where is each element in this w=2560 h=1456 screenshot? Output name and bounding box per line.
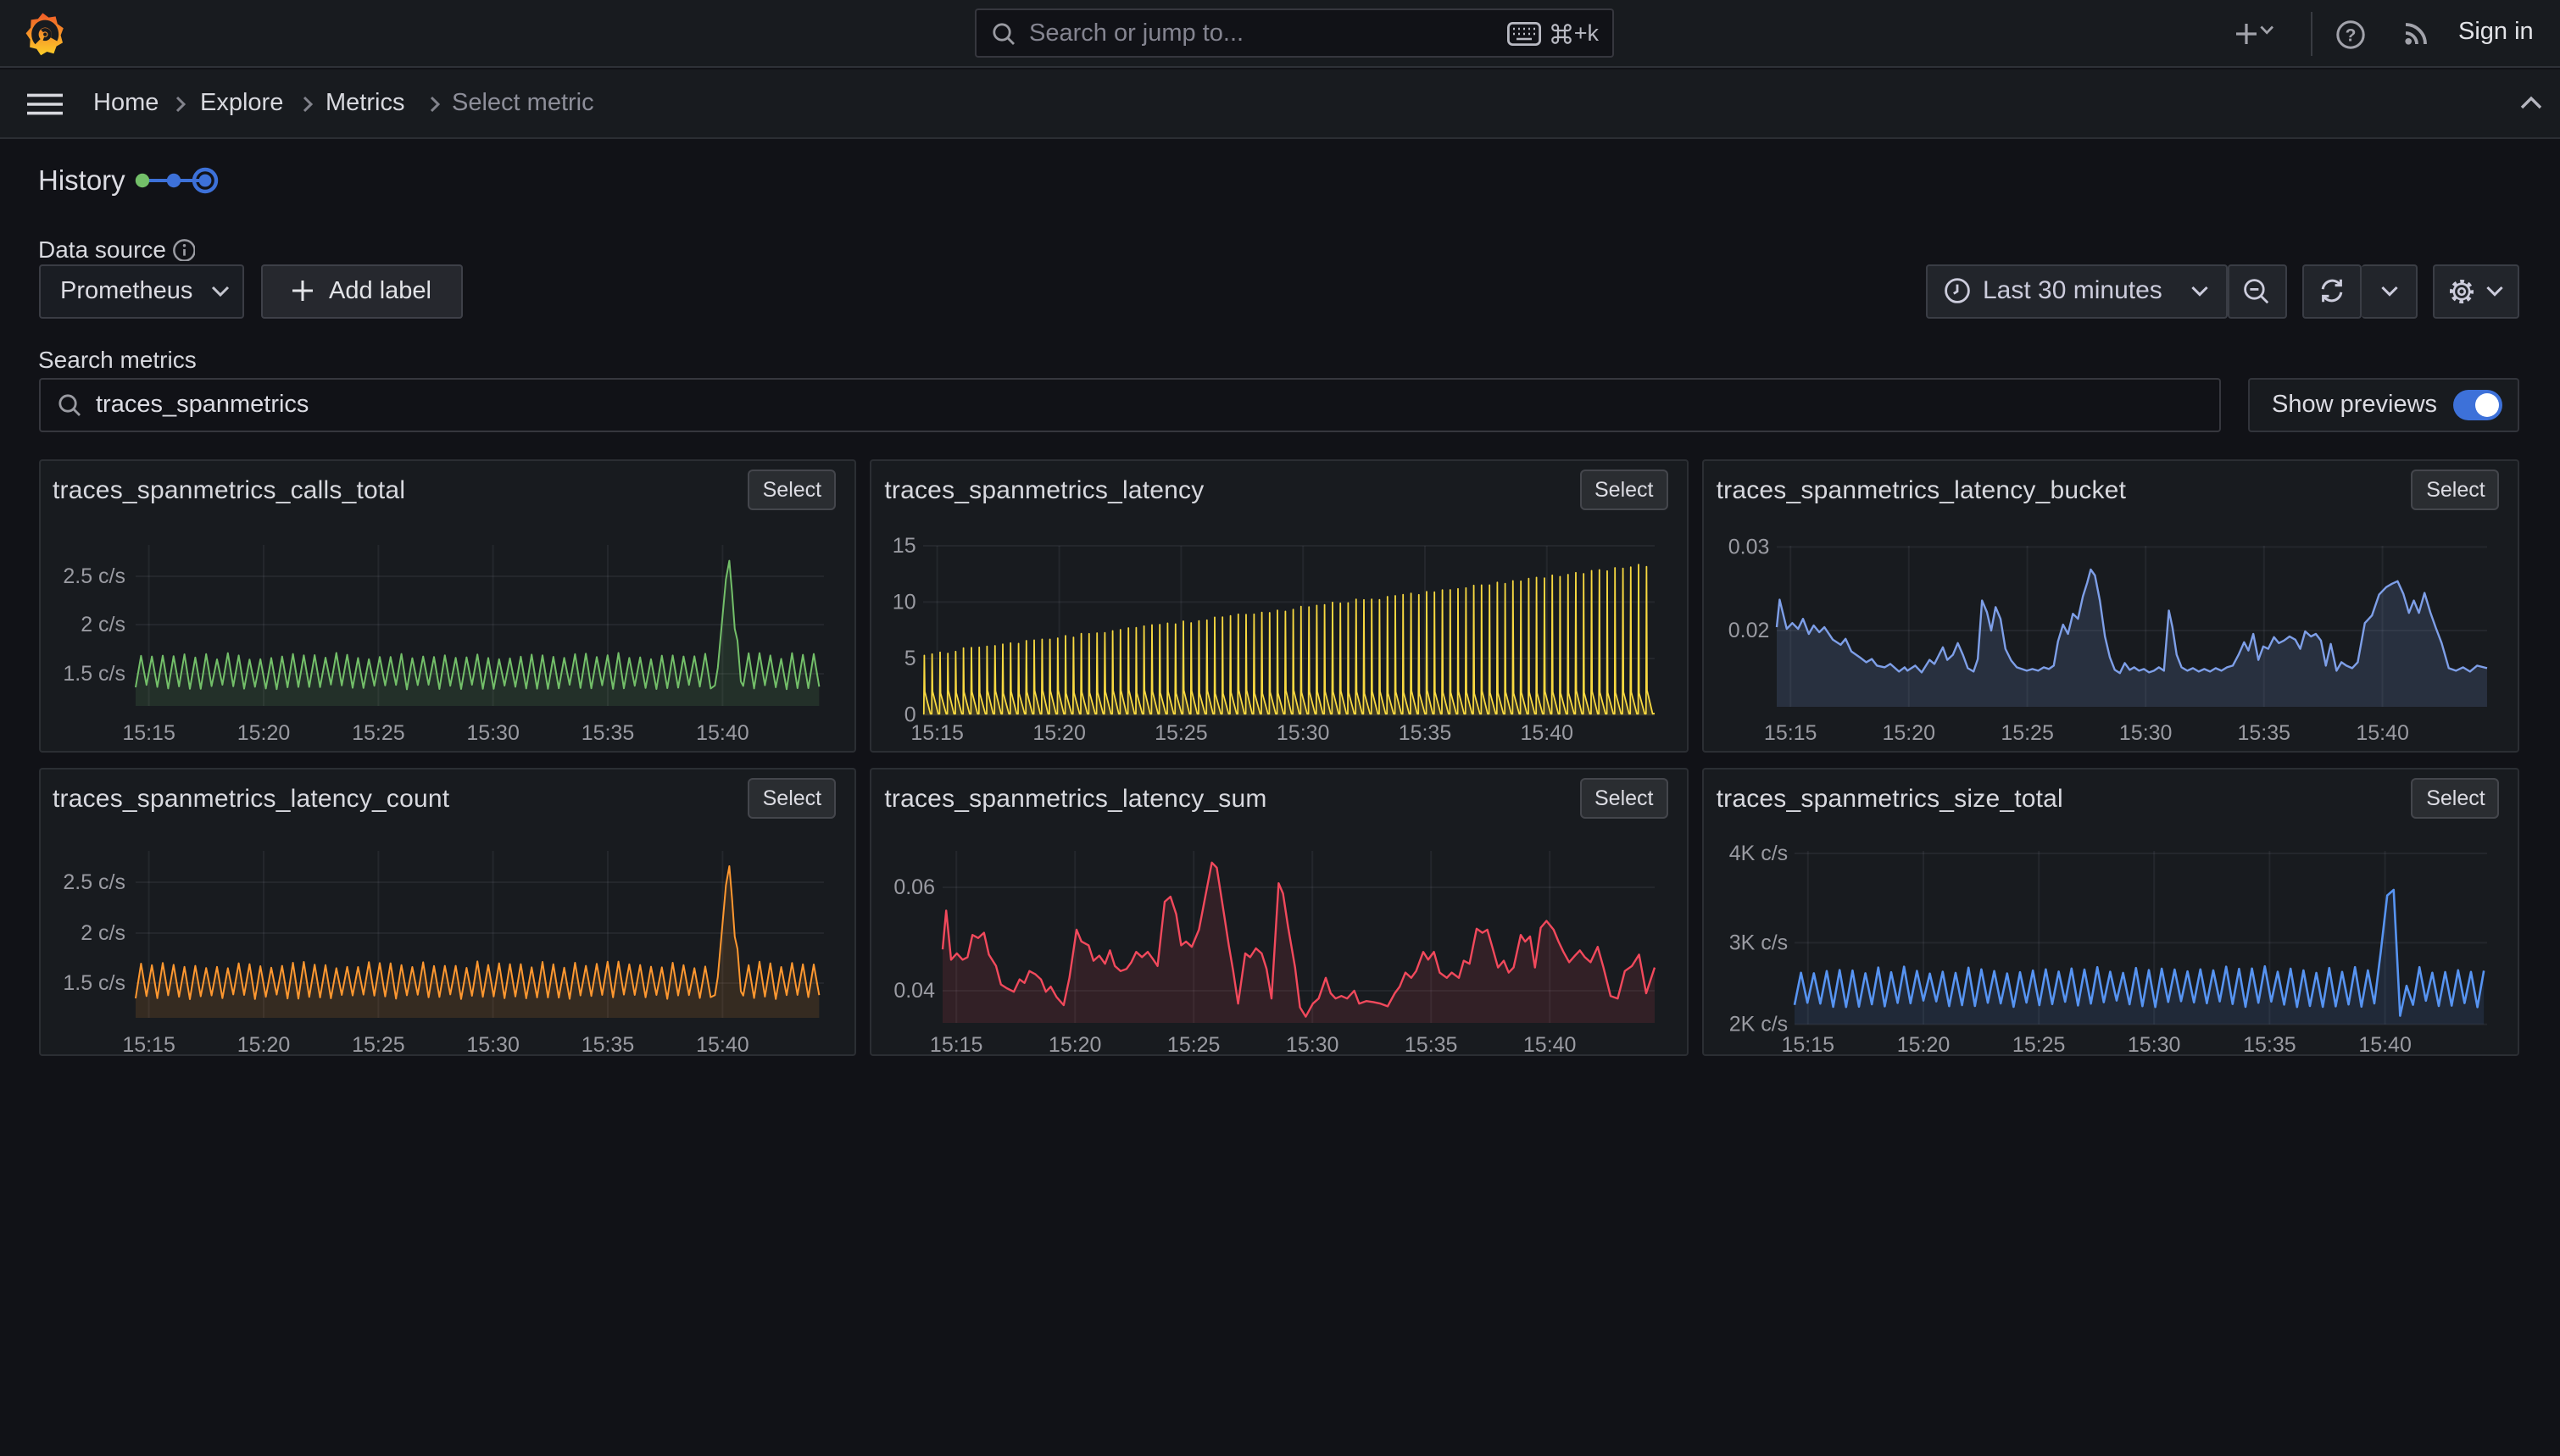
svg-text:10: 10 xyxy=(893,589,916,613)
svg-text:2.5 c/s: 2.5 c/s xyxy=(62,870,125,893)
svg-text:15:15: 15:15 xyxy=(121,1032,175,1056)
svg-text:15:20: 15:20 xyxy=(237,1032,290,1056)
svg-text:15:40: 15:40 xyxy=(2358,1032,2412,1056)
svg-text:15:25: 15:25 xyxy=(351,1032,404,1056)
svg-text:15:30: 15:30 xyxy=(465,1032,519,1056)
svg-text:2 c/s: 2 c/s xyxy=(80,920,125,944)
svg-text:15: 15 xyxy=(893,533,916,557)
svg-text:0.03: 0.03 xyxy=(1728,534,1769,558)
svg-text:15:40: 15:40 xyxy=(1523,1032,1577,1056)
svg-text:15:40: 15:40 xyxy=(695,1032,749,1056)
svg-text:15:15: 15:15 xyxy=(1764,720,1817,744)
svg-text:15:30: 15:30 xyxy=(1277,720,1330,744)
svg-text:15:20: 15:20 xyxy=(1896,1032,1950,1056)
svg-text:15:20: 15:20 xyxy=(1033,720,1087,744)
svg-text:1.5 c/s: 1.5 c/s xyxy=(62,970,125,994)
svg-text:15:35: 15:35 xyxy=(1405,1032,1458,1056)
svg-text:15:30: 15:30 xyxy=(2119,720,2173,744)
svg-text:15:25: 15:25 xyxy=(1155,720,1209,744)
svg-text:0.02: 0.02 xyxy=(1728,618,1769,642)
svg-text:15:15: 15:15 xyxy=(1781,1032,1834,1056)
svg-text:15:15: 15:15 xyxy=(121,720,175,744)
svg-text:1.5 c/s: 1.5 c/s xyxy=(62,661,125,685)
svg-text:2.5 c/s: 2.5 c/s xyxy=(62,564,125,587)
svg-text:15:35: 15:35 xyxy=(1399,720,1452,744)
svg-text:15:25: 15:25 xyxy=(2012,1032,2066,1056)
svg-text:0.04: 0.04 xyxy=(894,978,936,1002)
svg-text:15:20: 15:20 xyxy=(1882,720,1935,744)
svg-text:15:25: 15:25 xyxy=(351,720,404,744)
svg-text:15:30: 15:30 xyxy=(2128,1032,2181,1056)
svg-text:15:35: 15:35 xyxy=(2237,720,2290,744)
svg-text:15:20: 15:20 xyxy=(1049,1032,1102,1056)
svg-text:15:25: 15:25 xyxy=(1167,1032,1221,1056)
svg-text:15:15: 15:15 xyxy=(930,1032,983,1056)
svg-text:15:35: 15:35 xyxy=(2243,1032,2296,1056)
svg-text:3K c/s: 3K c/s xyxy=(1728,930,1787,953)
svg-text:15:15: 15:15 xyxy=(911,720,965,744)
svg-text:15:40: 15:40 xyxy=(1521,720,1574,744)
svg-text:15:35: 15:35 xyxy=(581,1032,634,1056)
svg-text:0.06: 0.06 xyxy=(894,875,936,898)
svg-text:5: 5 xyxy=(904,646,916,670)
svg-text:15:30: 15:30 xyxy=(1286,1032,1339,1056)
svg-text:15:20: 15:20 xyxy=(237,720,290,744)
svg-text:4K c/s: 4K c/s xyxy=(1728,841,1787,864)
svg-text:15:30: 15:30 xyxy=(465,720,519,744)
svg-text:2 c/s: 2 c/s xyxy=(80,612,125,636)
svg-text:?: ? xyxy=(2346,25,2357,44)
svg-text:15:40: 15:40 xyxy=(2356,720,2409,744)
svg-text:2K c/s: 2K c/s xyxy=(1728,1012,1787,1036)
svg-text:15:25: 15:25 xyxy=(2001,720,2054,744)
svg-text:15:35: 15:35 xyxy=(581,720,634,744)
svg-text:15:40: 15:40 xyxy=(695,720,749,744)
